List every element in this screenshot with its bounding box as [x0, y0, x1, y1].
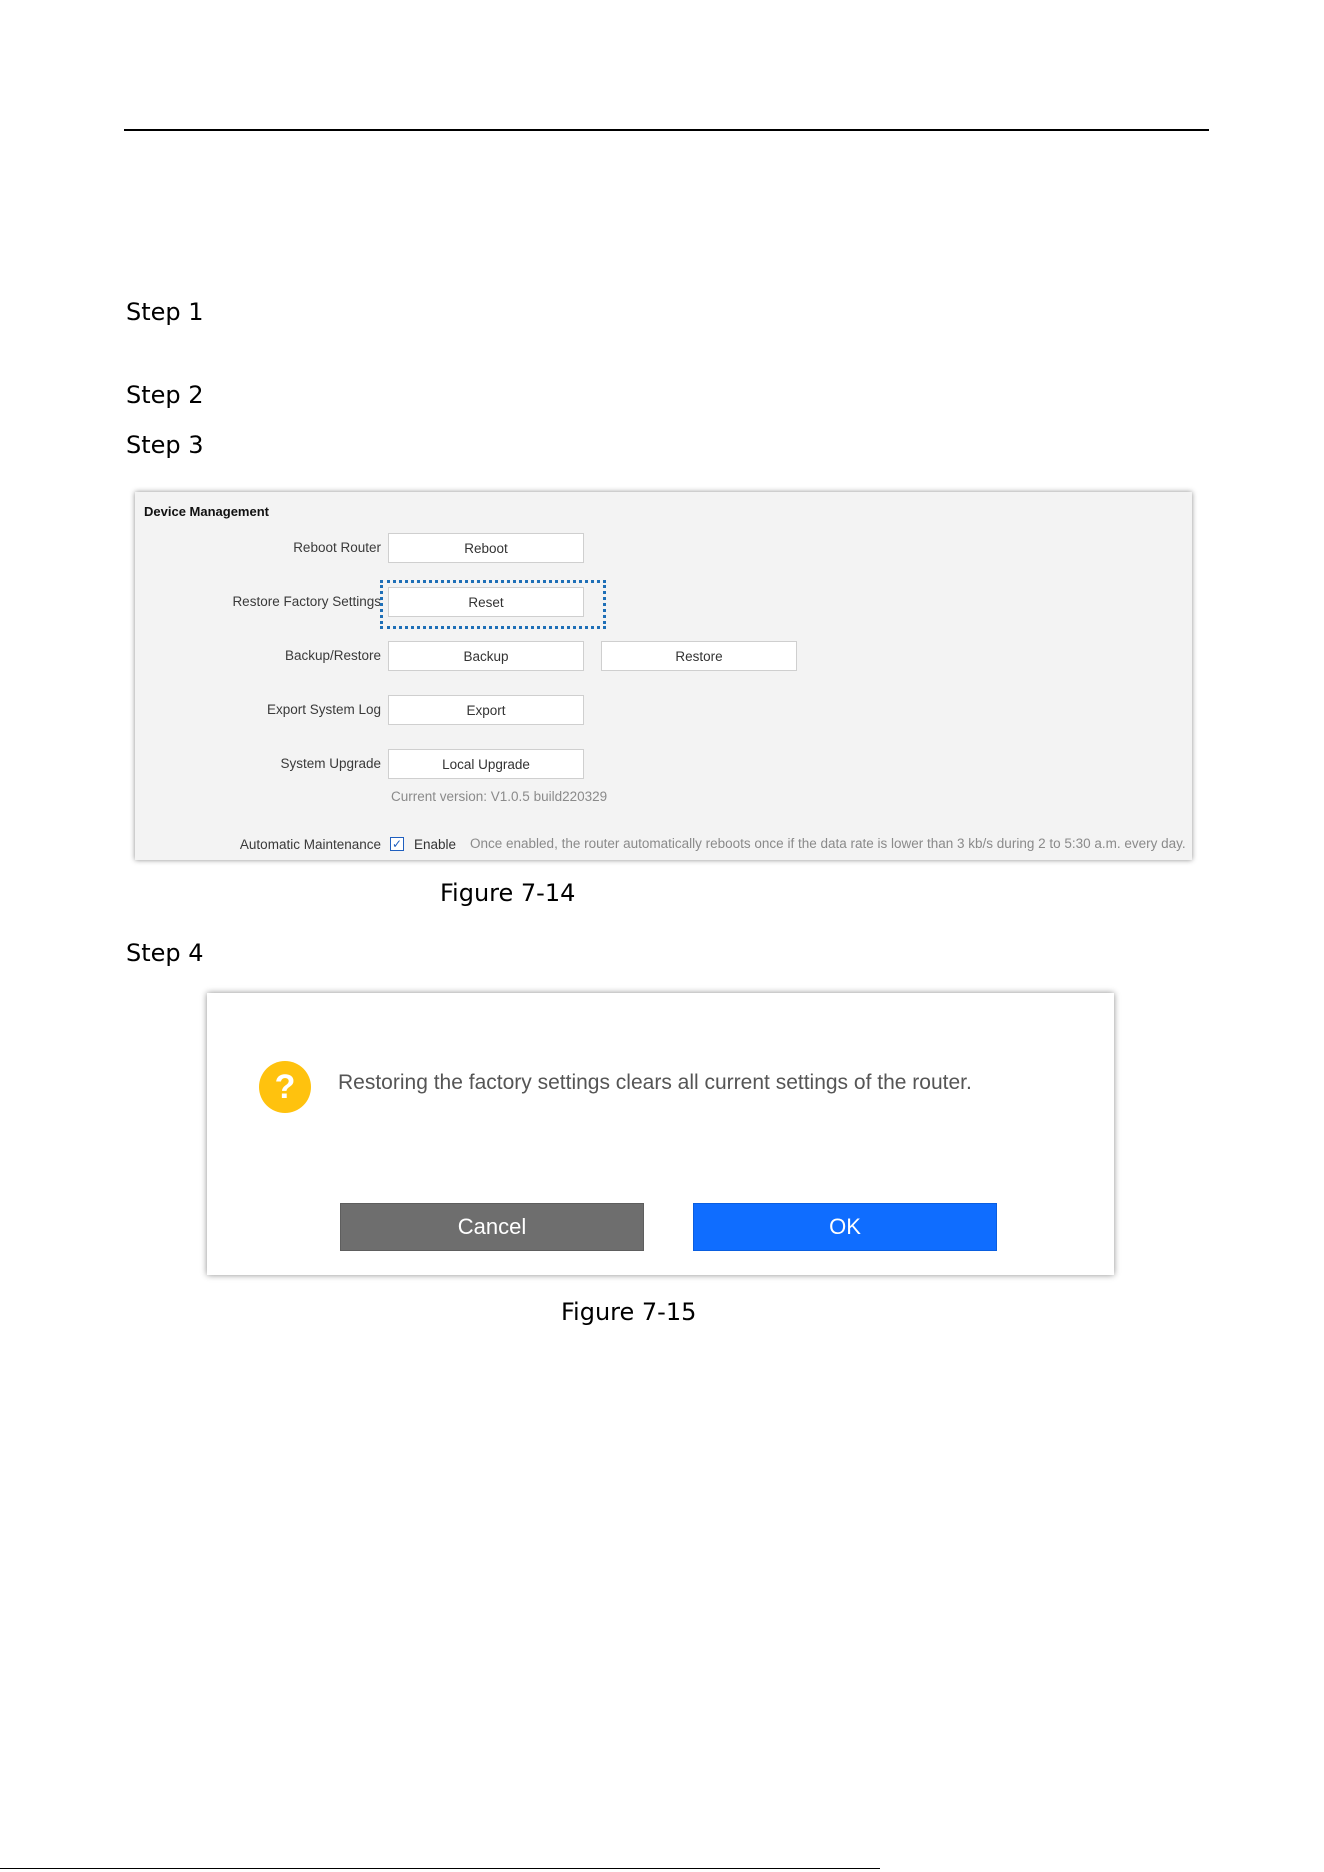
backup-restore-label: Backup/Restore: [284, 648, 381, 663]
automatic-maintenance-label: Automatic Maintenance: [239, 837, 381, 852]
header-rule: [124, 129, 1209, 131]
question-icon: ?: [259, 1061, 311, 1113]
export-system-log-label: Export System Log: [266, 702, 381, 717]
cancel-button[interactable]: Cancel: [340, 1203, 644, 1251]
dialog-message: Restoring the factory settings clears al…: [338, 1071, 972, 1094]
checkmark-icon: ✓: [391, 837, 403, 851]
maintenance-hint: Once enabled, the router automatically r…: [470, 836, 1186, 851]
reboot-router-label: Reboot Router: [293, 540, 381, 555]
ok-button[interactable]: OK: [693, 1203, 997, 1251]
restore-button[interactable]: Restore: [601, 641, 797, 671]
step-4-label: Step 4: [126, 939, 204, 967]
current-version-text: Current version: V1.0.5 build220329: [391, 789, 608, 804]
export-button[interactable]: Export: [388, 695, 584, 725]
confirmation-dialog: ? Restoring the factory settings clears …: [207, 993, 1114, 1275]
highlight-box: [380, 580, 606, 629]
step-2-label: Step 2: [126, 381, 204, 409]
local-upgrade-button[interactable]: Local Upgrade: [388, 749, 584, 779]
figure-7-14-caption: Figure 7-14: [440, 879, 576, 907]
reboot-button[interactable]: Reboot: [388, 533, 584, 563]
enable-label: Enable: [414, 837, 457, 852]
step-3-label: Step 3: [126, 431, 204, 459]
restore-factory-settings-label: Restore Factory Settings: [232, 594, 381, 609]
footer-rule: [0, 1868, 880, 1869]
panel-title: Device Management: [144, 504, 269, 519]
enable-checkbox[interactable]: ✓: [390, 837, 404, 851]
figure-7-15-caption: Figure 7-15: [561, 1298, 697, 1326]
device-management-panel: Device Management Reboot Router Reboot R…: [135, 492, 1192, 860]
system-upgrade-label: System Upgrade: [280, 756, 381, 771]
backup-button[interactable]: Backup: [388, 641, 584, 671]
step-1-label: Step 1: [126, 298, 204, 326]
